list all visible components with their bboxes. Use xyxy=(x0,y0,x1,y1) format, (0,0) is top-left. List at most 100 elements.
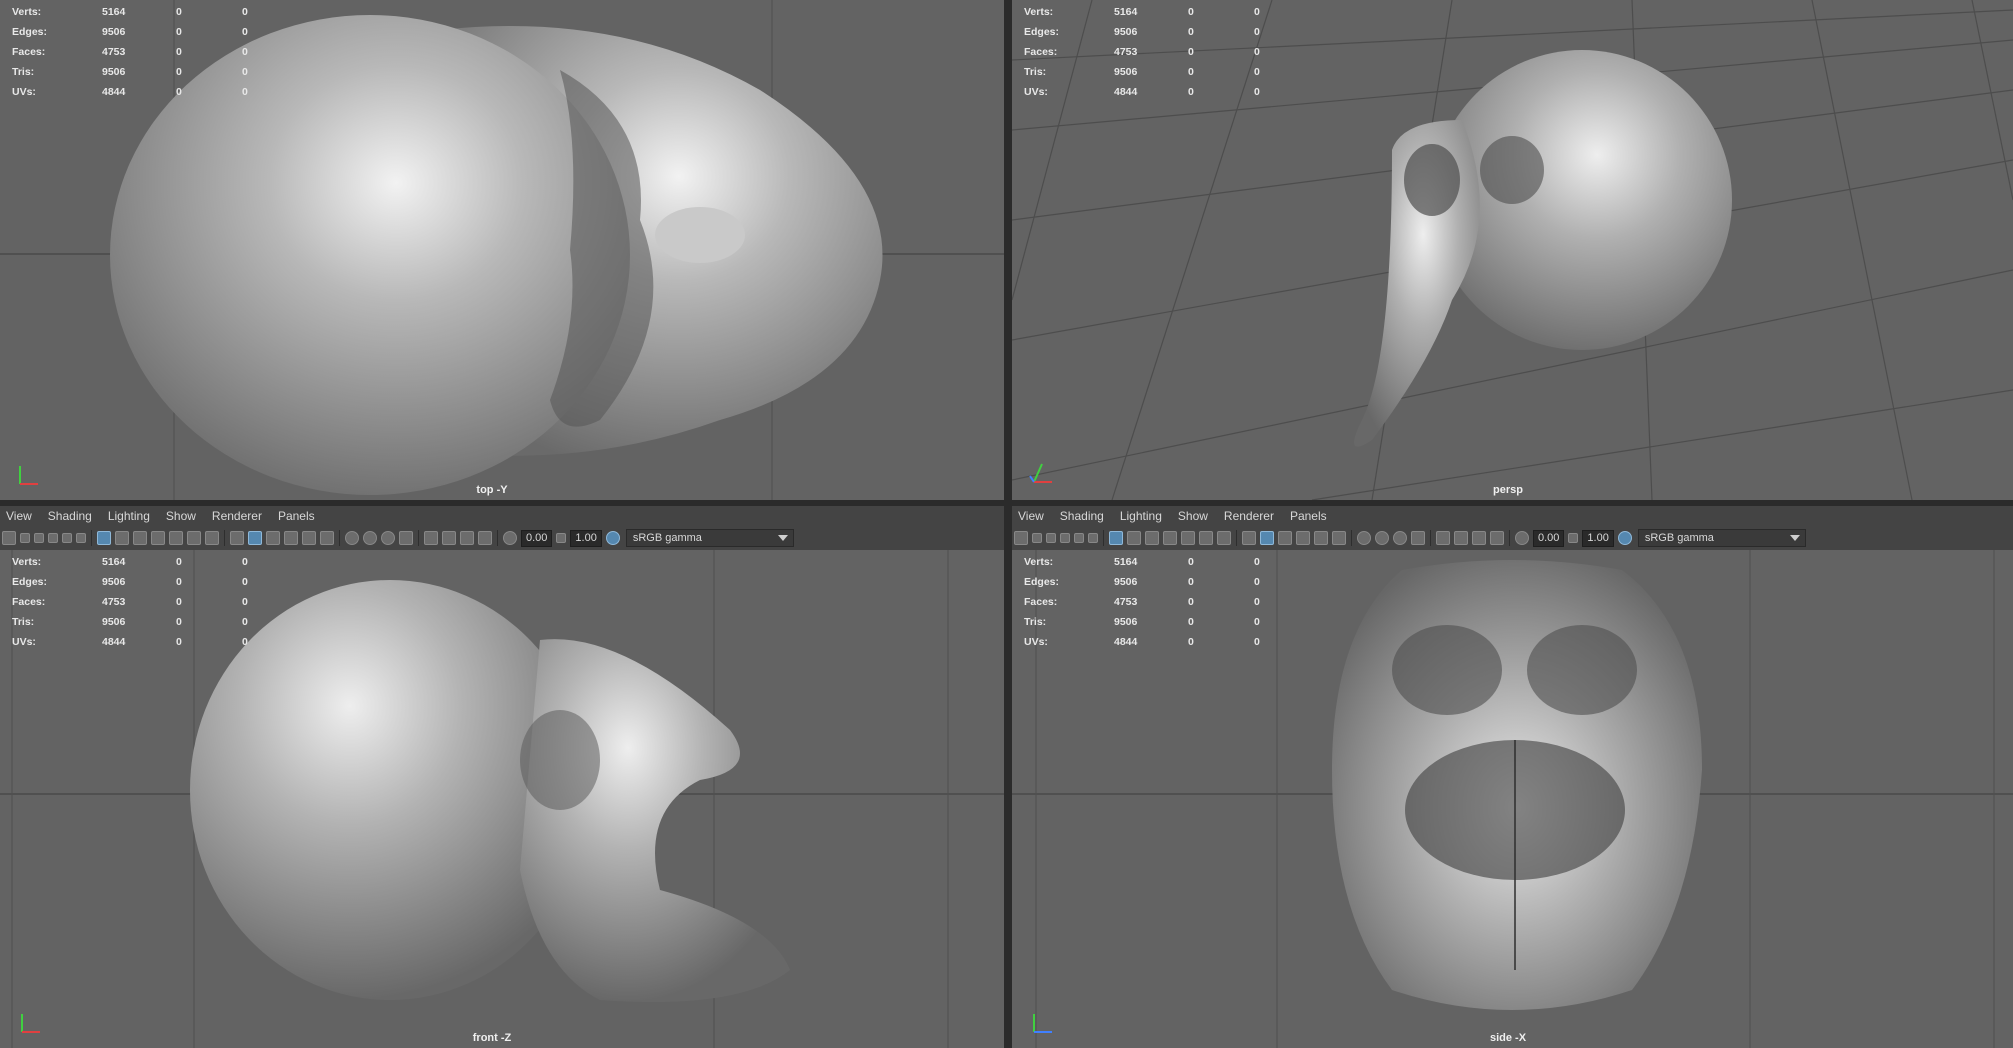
ambient-occlusion-icon[interactable] xyxy=(1357,531,1371,545)
viewport-pane-front[interactable]: View Shading Lighting Show Renderer Pane… xyxy=(0,506,1004,1048)
stat-value: 0 xyxy=(1254,86,1260,98)
depth-of-field-icon[interactable] xyxy=(399,531,413,545)
exposure-icon[interactable] xyxy=(503,531,517,545)
stat-value: 9506 xyxy=(1114,26,1138,38)
viewport-top[interactable]: Verts: 5164 0 0 Edges: 9506 0 0 Faces: 4753 0 0 T… xyxy=(0,0,1004,500)
ambient-occlusion-icon[interactable] xyxy=(345,531,359,545)
viewport-side[interactable]: Verts: 5164 0 0 Edges: 9506 0 0 Faces: 4753 0 0 T… xyxy=(1012,550,2013,1048)
xray-icon[interactable] xyxy=(442,531,456,545)
menu-shading[interactable]: Shading xyxy=(48,509,92,523)
stat-value: 0 xyxy=(176,616,182,628)
stat-value: 0 xyxy=(242,596,248,608)
motion-blur-icon[interactable] xyxy=(1375,531,1389,545)
stat-value: 0 xyxy=(242,556,248,568)
safe-action-icon[interactable] xyxy=(187,531,201,545)
menu-renderer[interactable]: Renderer xyxy=(1224,509,1274,523)
anti-aliasing-icon[interactable] xyxy=(1393,531,1407,545)
resolution-gate-icon[interactable] xyxy=(133,531,147,545)
gate-mask-icon[interactable] xyxy=(1163,531,1177,545)
safe-action-icon[interactable] xyxy=(1199,531,1213,545)
light-icon[interactable] xyxy=(1314,531,1328,545)
color-space-dropdown[interactable]: sRGB gamma xyxy=(625,529,794,547)
color-space-dropdown[interactable]: sRGB gamma xyxy=(1637,529,1806,547)
wireframe-icon[interactable] xyxy=(1242,531,1256,545)
wireframe-on-shaded-icon[interactable] xyxy=(1278,531,1292,545)
light-icon[interactable] xyxy=(302,531,316,545)
exposure-icon[interactable] xyxy=(1515,531,1529,545)
bookmark-icon[interactable] xyxy=(34,533,44,543)
menu-show[interactable]: Show xyxy=(1178,509,1208,523)
menu-view[interactable]: View xyxy=(1018,509,1044,523)
stat-value: 0 xyxy=(1254,636,1260,648)
xray-components-icon[interactable] xyxy=(478,531,492,545)
stat-value: 4753 xyxy=(1114,596,1138,608)
wireframe-on-shaded-icon[interactable] xyxy=(266,531,280,545)
stat-value: 0 xyxy=(242,26,248,38)
viewport-front[interactable]: Verts: 5164 0 0 Edges: 9506 0 0 Faces: 4753 0 0 T… xyxy=(0,550,1004,1048)
textured-icon[interactable] xyxy=(1296,531,1310,545)
stat-label: Edges: xyxy=(12,26,48,38)
stat-value: 4844 xyxy=(1114,636,1138,648)
xray-joints-icon[interactable] xyxy=(1472,531,1486,545)
stat-value: 9506 xyxy=(1114,616,1138,628)
shadows-icon[interactable] xyxy=(1332,531,1346,545)
camera-icon[interactable] xyxy=(1014,531,1028,545)
motion-blur-icon[interactable] xyxy=(363,531,377,545)
exposure-field[interactable]: 0.00 xyxy=(521,529,553,547)
menu-panels[interactable]: Panels xyxy=(1290,509,1327,523)
exposure-field[interactable]: 0.00 xyxy=(1533,529,1565,547)
shadows-icon[interactable] xyxy=(320,531,334,545)
film-gate-icon[interactable] xyxy=(115,531,129,545)
wireframe-icon[interactable] xyxy=(230,531,244,545)
color-management-icon[interactable] xyxy=(1617,531,1632,545)
viewport-pane-persp[interactable]: Verts: 5164 0 0 Edges: 9506 0 0 Faces: 4753 0 0 T… xyxy=(1012,0,2013,500)
isolate-icon[interactable] xyxy=(424,531,438,545)
camera-icon[interactable] xyxy=(2,531,16,545)
xray-joints-icon[interactable] xyxy=(460,531,474,545)
stat-label: Tris: xyxy=(12,616,35,628)
textured-icon[interactable] xyxy=(284,531,298,545)
menu-lighting[interactable]: Lighting xyxy=(1120,509,1162,523)
menu-lighting[interactable]: Lighting xyxy=(108,509,150,523)
2d-pan-icon[interactable] xyxy=(1074,533,1084,543)
menu-shading[interactable]: Shading xyxy=(1060,509,1104,523)
gamma-icon[interactable] xyxy=(1568,533,1579,543)
viewport-pane-side[interactable]: View Shading Lighting Show Renderer Pane… xyxy=(1012,506,2013,1048)
menu-show[interactable]: Show xyxy=(166,509,196,523)
grease-pencil-icon[interactable] xyxy=(1088,533,1098,543)
field-chart-icon[interactable] xyxy=(169,531,183,545)
image-plane-icon[interactable] xyxy=(48,533,58,543)
camera-attributes-icon[interactable] xyxy=(1032,533,1042,543)
resolution-gate-icon[interactable] xyxy=(1145,531,1159,545)
depth-of-field-icon[interactable] xyxy=(1411,531,1425,545)
gate-mask-icon[interactable] xyxy=(151,531,165,545)
2d-pan-icon[interactable] xyxy=(62,533,72,543)
film-gate-icon[interactable] xyxy=(1127,531,1141,545)
smooth-shade-icon[interactable] xyxy=(248,531,262,545)
menu-panels[interactable]: Panels xyxy=(278,509,315,523)
safe-title-icon[interactable] xyxy=(1217,531,1231,545)
gamma-icon[interactable] xyxy=(556,533,567,543)
xray-components-icon[interactable] xyxy=(1490,531,1504,545)
camera-attributes-icon[interactable] xyxy=(20,533,30,543)
viewport-persp[interactable]: Verts: 5164 0 0 Edges: 9506 0 0 Faces: 4753 0 0 T… xyxy=(1012,0,2013,500)
color-management-icon[interactable] xyxy=(605,531,620,545)
gamma-field[interactable]: 1.00 xyxy=(1582,529,1614,547)
grease-pencil-icon[interactable] xyxy=(76,533,86,543)
smooth-shade-icon[interactable] xyxy=(1260,531,1274,545)
anti-aliasing-icon[interactable] xyxy=(381,531,395,545)
xray-icon[interactable] xyxy=(1454,531,1468,545)
safe-title-icon[interactable] xyxy=(205,531,219,545)
grid-icon[interactable] xyxy=(97,531,111,545)
grid-icon[interactable] xyxy=(1109,531,1123,545)
menu-view[interactable]: View xyxy=(6,509,32,523)
menu-renderer[interactable]: Renderer xyxy=(212,509,262,523)
gamma-field[interactable]: 1.00 xyxy=(570,529,602,547)
bookmark-icon[interactable] xyxy=(1046,533,1056,543)
image-plane-icon[interactable] xyxy=(1060,533,1070,543)
stat-value: 0 xyxy=(176,26,182,38)
isolate-icon[interactable] xyxy=(1436,531,1450,545)
viewport-pane-top[interactable]: Verts: 5164 0 0 Edges: 9506 0 0 Faces: 4753 0 0 T… xyxy=(0,0,1004,500)
field-chart-icon[interactable] xyxy=(1181,531,1195,545)
stat-label: Faces: xyxy=(1024,596,1058,608)
